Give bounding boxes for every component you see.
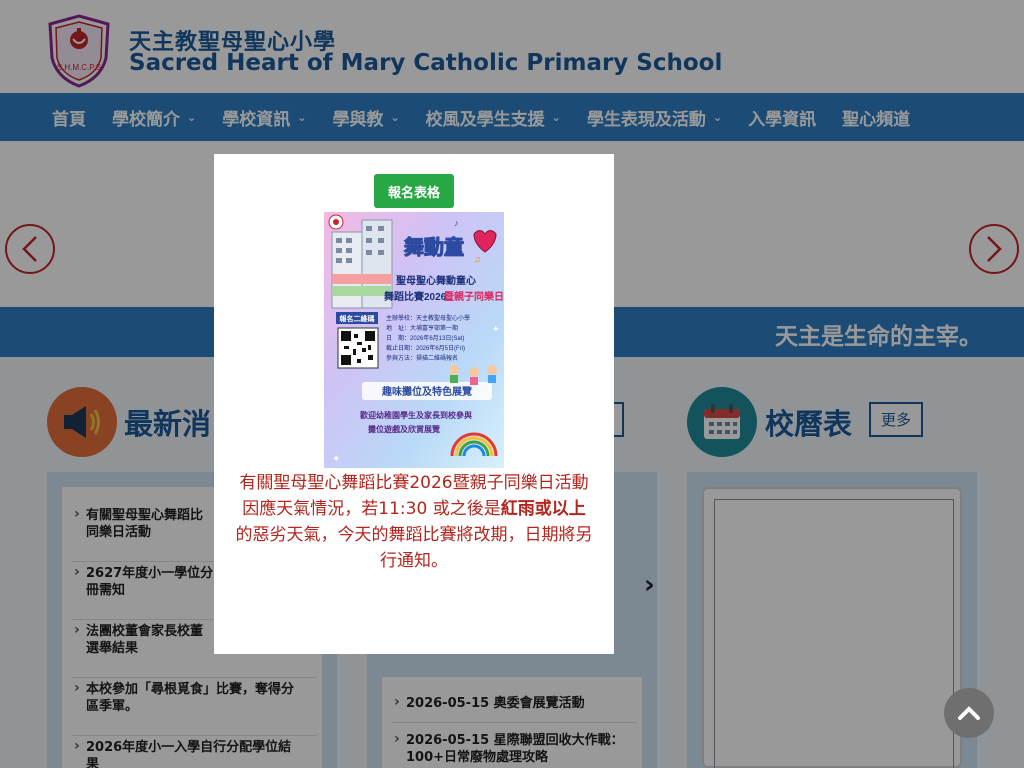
poster-info-row: 參與方法：掃描二維碼報名	[386, 354, 458, 362]
poster-title-logo: 舞動童	[404, 235, 464, 259]
poster-headline-1: 聖母聖心舞動童心	[396, 274, 476, 287]
poster-info-row: 日 期：2026年6月13日(Sat)	[386, 334, 464, 342]
svg-text:✦: ✦	[492, 324, 500, 334]
poster-info-row: 主辦學校：天主教聖母聖心小學	[386, 314, 470, 322]
modal-message-line3: 的惡劣天氣，今天的舞蹈比賽將改期，日期將另行通知。	[235, 525, 593, 571]
modal-message-line1: 有關聖母聖心舞蹈比賽2026暨親子同樂日活動	[239, 473, 589, 493]
poster-info-row: 截止日期：2026年6月5日(Fri)	[386, 344, 465, 352]
modal-message: 有關聖母聖心舞蹈比賽2026暨親子同樂日活動 因應天氣情況，若11:30 或之後…	[230, 470, 598, 574]
poster-headline-3: 暨親子同樂日	[444, 290, 504, 303]
registration-form-button[interactable]: 報名表格	[374, 174, 454, 208]
chevron-up-icon	[958, 706, 980, 720]
red-rain-warning: 紅雨或以上	[500, 499, 586, 519]
poster-footer-1: 歡迎幼稚園學生及家長到校參與	[359, 410, 472, 420]
poster-headline-2: 舞蹈比賽2026	[384, 290, 447, 303]
svg-text:♫: ♫	[474, 254, 481, 264]
svg-text:✦: ✦	[332, 454, 340, 465]
announcement-modal: 報名表格 舞動童 ♪ ♫ 聖母聖心舞動童心 舞蹈比賽2026 暨親子同樂日 報名…	[214, 154, 614, 654]
event-poster[interactable]: 舞動童 ♪ ♫ 聖母聖心舞動童心 舞蹈比賽2026 暨親子同樂日 報名二維碼 主…	[324, 212, 504, 468]
svg-text:♪: ♪	[454, 218, 459, 228]
modal-message-line2: 因應天氣情況，若11:30 或之後是紅雨或以上	[242, 499, 586, 519]
poster-qr-label: 報名二維碼	[340, 314, 375, 323]
poster-footer-2: 攤位遊戲及欣賞展覽	[368, 424, 440, 434]
scroll-to-top-button[interactable]	[944, 688, 994, 738]
poster-banner: 趣味攤位及特色展覽	[381, 385, 472, 398]
poster-info-row: 地 址：大埔富亨邨第一期	[386, 324, 458, 332]
